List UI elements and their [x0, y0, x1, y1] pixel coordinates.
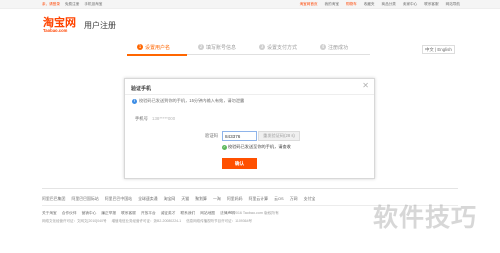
- step-number: 4: [320, 44, 326, 50]
- dialog-notice: ! 校验码已发送到你的手机，15分钟内输入有效，请勿泄露: [132, 98, 244, 104]
- top-link-favorites[interactable]: 收藏夹: [364, 2, 375, 6]
- code-sent-hint: ✓ 校验码已发送至你的手机，请查收: [222, 144, 291, 150]
- footer-divider: [42, 188, 458, 189]
- license-text: 增值电信业务经营许可证：浙B2-20080224-1: [111, 219, 182, 223]
- footer-link[interactable]: 天猫: [181, 196, 189, 201]
- verification-code-input[interactable]: [222, 131, 257, 141]
- check-icon: ✓: [222, 145, 227, 150]
- code-label: 验证码: [204, 133, 218, 138]
- sent-hint-text: 校验码已发送至你的手机，请查收: [228, 144, 291, 149]
- top-link-site-nav[interactable]: 网站导航: [446, 2, 460, 6]
- footer-link[interactable]: 支付宝: [304, 196, 316, 201]
- info-icon: !: [132, 99, 137, 104]
- about-link[interactable]: 诚征英才: [161, 211, 176, 215]
- watermark: 软件技巧: [373, 203, 478, 232]
- step-label: 注册成功: [328, 45, 349, 51]
- top-link-categories[interactable]: 商品分类: [382, 2, 396, 6]
- footer-link[interactable]: 全球速卖通: [138, 196, 157, 201]
- footer-link[interactable]: 阿里巴巴国际站: [71, 196, 98, 201]
- footer-link[interactable]: 阿里巴巴集团: [42, 196, 65, 201]
- top-link-home[interactable]: 淘宝网首页: [300, 2, 318, 6]
- about-link[interactable]: 网站地图: [200, 211, 215, 215]
- top-bar: 亲，请登录 免费注册 手机逛淘宝 淘宝网首页 我的淘宝 购物车 收藏夹 商品分类…: [0, 0, 500, 9]
- footer-link[interactable]: 万网: [290, 196, 298, 201]
- notice-text: 校验码已发送到你的手机，15分钟内输入有效，请勿泄露: [139, 98, 245, 103]
- copyright: © 2016 Taobao.com 版权所有: [230, 211, 279, 215]
- step-1: 1 设置用户名: [137, 44, 170, 52]
- login-link[interactable]: 亲，请登录: [42, 2, 60, 6]
- top-link-my-taobao[interactable]: 我的淘宝: [325, 2, 339, 6]
- about-link[interactable]: 关于淘宝: [42, 211, 57, 215]
- step-3: 3 设置支付方式: [259, 44, 297, 52]
- close-icon[interactable]: ✕: [362, 82, 369, 90]
- logo-text-cn: 淘宝网: [43, 16, 76, 29]
- footer-link[interactable]: 一淘: [213, 196, 221, 201]
- dialog-title: 验证手机: [131, 86, 152, 92]
- step-label: 设置用户名: [145, 45, 171, 51]
- resend-code-button[interactable]: 重发验证码(28 s): [258, 131, 300, 141]
- step-number: 2: [198, 44, 204, 50]
- footer-link[interactable]: 淘宝网: [164, 196, 176, 201]
- footer-link[interactable]: 阿里妈妈: [227, 196, 243, 201]
- step-label: 设置支付方式: [267, 45, 298, 51]
- about-link[interactable]: 廉正举报: [101, 211, 116, 215]
- step-number: 3: [259, 44, 265, 50]
- footer-link[interactable]: 阿里巴巴中国站: [105, 196, 132, 201]
- top-link-seller-center[interactable]: 卖家中心: [403, 2, 417, 6]
- about-link[interactable]: 联系客服: [121, 211, 136, 215]
- step-2: 2 填写账号信息: [198, 44, 236, 52]
- license-text: 信息网络传播视听节目许可证：1109364号: [186, 219, 253, 223]
- about-link[interactable]: 开放平台: [141, 211, 156, 215]
- footer-licenses: 网络文化经营许可证：文网文[2010]040号 增值电信业务经营许可证：浙B2-…: [42, 218, 256, 224]
- top-bar-right: 淘宝网首页 我的淘宝 购物车 收藏夹 商品分类 卖家中心 联系客服 网站导航: [294, 0, 460, 9]
- license-text: 网络文化经营许可证：文网文[2010]040号: [42, 219, 107, 223]
- about-link[interactable]: 营销中心: [82, 211, 97, 215]
- steps-progress: [127, 54, 187, 56]
- footer-link[interactable]: 云OS: [274, 196, 284, 201]
- step-4: 4 注册成功: [320, 44, 348, 52]
- registration-steps: 1 设置用户名 2 填写账号信息 3 设置支付方式 4 注册成功: [127, 43, 370, 56]
- footer-link[interactable]: 阿里云计算: [249, 196, 268, 201]
- dialog-divider: [125, 94, 374, 95]
- page-title: 用户注册: [84, 21, 116, 30]
- register-link[interactable]: 免费注册: [65, 2, 79, 6]
- top-link-customer-service[interactable]: 联系客服: [424, 2, 438, 6]
- phone-label: 手机号: [134, 116, 148, 121]
- about-link[interactable]: 合作伙伴: [62, 211, 77, 215]
- language-switch[interactable]: 中文 | English: [422, 45, 455, 54]
- footer-about-links: 关于淘宝 合作伙伴 营销中心 廉正举报 联系客服 开放平台 诚征英才 联系我们 …: [42, 210, 239, 216]
- step-label: 填写账号信息: [206, 45, 237, 51]
- confirm-button[interactable]: 确认: [222, 158, 257, 169]
- step-number: 1: [137, 44, 143, 50]
- mobile-taobao-link[interactable]: 手机逛淘宝: [84, 2, 102, 6]
- footer-link[interactable]: 聚划算: [195, 196, 207, 201]
- taobao-logo[interactable]: 淘宝网 Taobao.com: [43, 17, 76, 33]
- top-bar-left: 亲，请登录 免费注册 手机逛淘宝: [42, 0, 106, 9]
- top-link-cart[interactable]: 购物车: [346, 2, 357, 6]
- phone-value: 138*****000: [152, 116, 176, 121]
- about-link[interactable]: 联系我们: [180, 211, 195, 215]
